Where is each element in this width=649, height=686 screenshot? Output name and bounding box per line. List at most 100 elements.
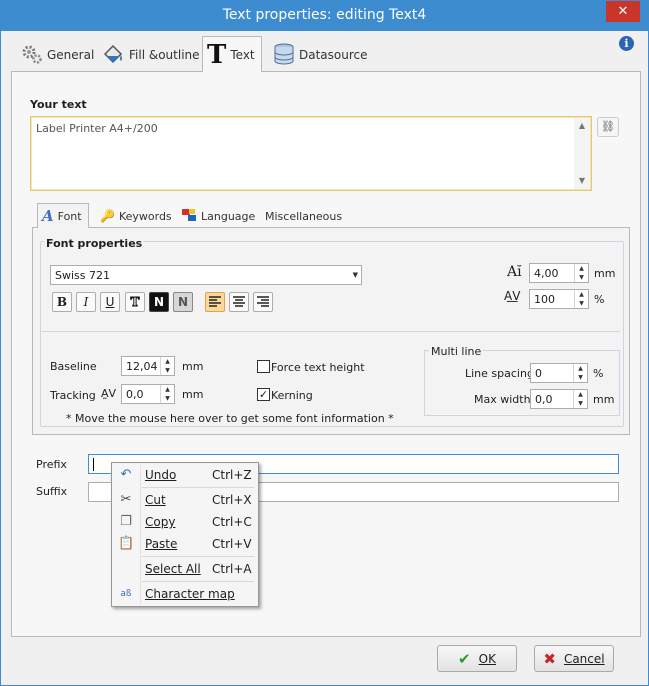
suffix-label: Suffix (36, 485, 68, 498)
font-size-arrows[interactable]: ▲ ▼ (574, 264, 588, 282)
align-right-button[interactable] (253, 292, 273, 312)
menu-select-all-label: Select All (145, 562, 201, 576)
menu-item-copy[interactable]: ❐ Copy Ctrl+C (112, 512, 258, 532)
max-width-value: 0,0 (535, 393, 553, 406)
menu-separator (142, 581, 254, 582)
tracking-spinner[interactable]: 0,0 ▲ ▼ (121, 384, 175, 404)
undo-icon: ↶ (120, 467, 132, 482)
your-text-value: Label Printer A4+/200 (36, 122, 158, 135)
scroll-up-icon[interactable]: ▲ (574, 119, 590, 133)
tab-font-label: Font (57, 209, 82, 223)
max-width-arrows[interactable]: ▲ ▼ (573, 390, 587, 408)
max-width-label: Max width (474, 393, 531, 406)
tab-font[interactable]: A Font (37, 203, 89, 228)
tracking-value: 0,0 (126, 388, 144, 401)
spin-down-icon[interactable]: ▼ (161, 394, 174, 403)
font-info-hint: * Move the mouse here over to get some f… (66, 412, 394, 425)
spin-up-icon[interactable]: ▲ (574, 364, 587, 373)
menu-paste-label: Paste (145, 537, 178, 551)
text-t-icon: T (207, 39, 227, 70)
tab-language[interactable]: Language (175, 205, 261, 227)
align-center-button[interactable] (229, 292, 249, 312)
tracking-label: Tracking (50, 389, 96, 402)
menu-undo-label: Undo (145, 468, 177, 482)
multi-line-group (424, 350, 620, 416)
font-width-unit: % (594, 293, 605, 306)
line-spacing-arrows[interactable]: ▲ ▼ (573, 364, 587, 382)
spin-down-icon[interactable]: ▼ (574, 399, 587, 408)
scroll-down-icon[interactable]: ▼ (574, 174, 590, 188)
menu-item-character-map[interactable]: aß Character map (112, 584, 258, 604)
shadow-button[interactable]: N (173, 292, 193, 312)
tab-general[interactable]: General (17, 39, 102, 71)
ok-button[interactable]: ✔ OK (437, 645, 517, 672)
tab-miscellaneous[interactable]: Miscellaneous (259, 205, 348, 227)
underline-button[interactable]: U (100, 292, 120, 312)
bold-button[interactable]: B (52, 292, 72, 312)
max-width-spinner[interactable]: 0,0 ▲ ▼ (530, 389, 588, 409)
ok-button-label: OK (478, 651, 496, 666)
tab-keywords[interactable]: 🔑 Keywords (94, 205, 178, 227)
align-left-button[interactable] (205, 292, 225, 312)
menu-item-paste[interactable]: 📋 Paste Ctrl+V (112, 534, 258, 554)
spin-up-icon[interactable]: ▲ (574, 390, 587, 399)
text-properties-dialog: Text properties: editing Text4 ✕ i Gener… (0, 0, 649, 686)
checkmark-icon: ✔ (458, 649, 471, 668)
line-spacing-spinner[interactable]: 0 ▲ ▼ (530, 363, 588, 383)
spin-up-icon[interactable]: ▲ (575, 264, 588, 273)
force-text-height-checkbox[interactable] (257, 360, 270, 373)
font-width-arrows[interactable]: ▲ ▼ (574, 290, 588, 308)
spin-up-icon[interactable]: ▲ (161, 357, 174, 366)
spin-down-icon[interactable]: ▼ (575, 299, 588, 308)
link-icon[interactable]: ⛓ (597, 117, 619, 137)
menu-copy-label: Copy (145, 515, 176, 529)
prefix-label: Prefix (36, 458, 67, 471)
menu-select-all-shortcut: Ctrl+A (212, 562, 252, 576)
tab-datasource[interactable]: Datasource (269, 39, 376, 71)
window-title: Text properties: editing Text4 (222, 7, 427, 23)
font-name-select[interactable]: Swiss 721 ▼ (50, 265, 362, 285)
menu-item-select-all[interactable]: Select All Ctrl+A (112, 559, 258, 579)
font-size-unit: mm (594, 267, 616, 280)
menu-item-cut[interactable]: ✂ Cut Ctrl+X (112, 490, 258, 510)
font-size-spinner[interactable]: 4,00 ▲ ▼ (529, 263, 589, 283)
your-text-textarea[interactable]: Label Printer A4+/200 ▲ ▼ (30, 116, 592, 191)
font-properties-heading: Font properties (44, 237, 145, 250)
menu-cut-shortcut: Ctrl+X (212, 493, 252, 507)
baseline-arrows[interactable]: ▲ ▼ (160, 357, 174, 375)
max-width-unit: mm (593, 393, 615, 406)
tab-text[interactable]: T Text (202, 36, 262, 72)
close-button[interactable]: ✕ (606, 1, 640, 22)
info-icon[interactable]: i (619, 36, 634, 51)
spin-up-icon[interactable]: ▲ (161, 385, 174, 394)
baseline-label: Baseline (50, 360, 97, 373)
outline-button[interactable]: T (125, 292, 145, 312)
align-center-icon (233, 296, 245, 307)
menu-copy-shortcut: Ctrl+C (212, 515, 252, 529)
kerning-checkbox[interactable]: ✓ (257, 388, 270, 401)
menu-separator (142, 487, 254, 488)
menu-item-undo[interactable]: ↶ Undo Ctrl+Z (112, 465, 258, 485)
cancel-button-label: Cancel (563, 651, 605, 666)
tracking-arrows[interactable]: ▲ ▼ (160, 385, 174, 403)
inverse-button[interactable]: N (149, 292, 169, 312)
scissors-icon: ✂ (120, 492, 132, 507)
font-width-spinner[interactable]: 100 ▲ ▼ (529, 289, 589, 309)
baseline-spinner[interactable]: 12,04 ▲ ▼ (121, 356, 175, 376)
tab-miscellaneous-label: Miscellaneous (265, 209, 343, 223)
tab-fill-outline[interactable]: Fill &outline (97, 39, 208, 71)
textarea-scrollbar[interactable]: ▲ ▼ (574, 118, 590, 189)
spin-down-icon[interactable]: ▼ (574, 373, 587, 382)
spin-up-icon[interactable]: ▲ (575, 290, 588, 299)
divider (42, 331, 620, 332)
align-right-icon (257, 296, 269, 307)
italic-button[interactable]: I (76, 292, 96, 312)
tab-fill-outline-label: Fill &outline (129, 48, 200, 62)
line-spacing-label: Line spacing (465, 367, 534, 380)
character-map-icon: aß (120, 589, 132, 599)
paint-bucket-icon (101, 42, 125, 69)
cancel-button[interactable]: ✖ Cancel (534, 645, 614, 672)
spin-down-icon[interactable]: ▼ (575, 273, 588, 282)
font-width-icon: A͟V (504, 289, 521, 303)
spin-down-icon[interactable]: ▼ (161, 366, 174, 375)
